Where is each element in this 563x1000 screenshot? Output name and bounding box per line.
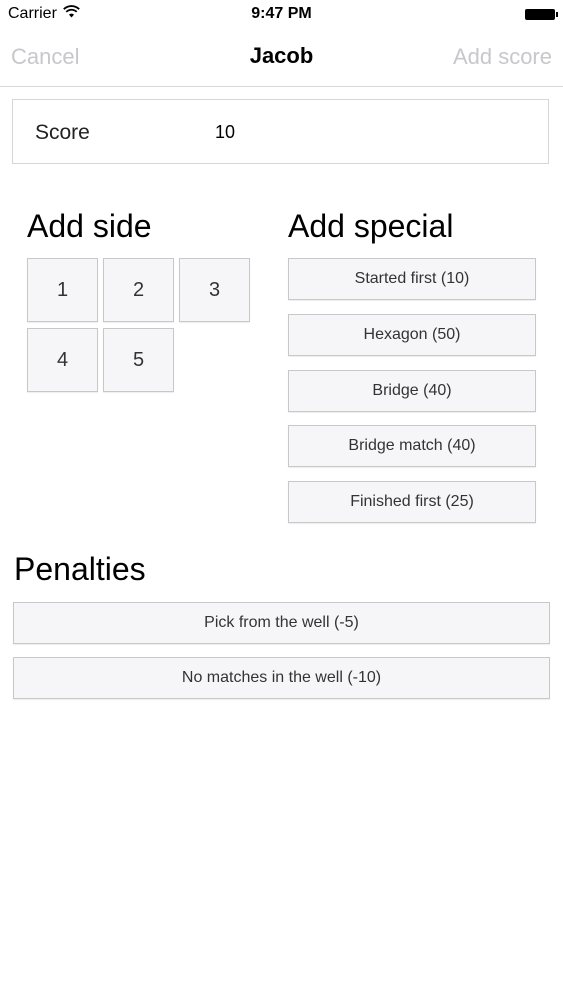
side-button-3[interactable]: 3 [179,258,250,322]
screen: Carrier 9:47 PM Cancel Jacob Add score S… [0,0,563,1000]
special-button-started-first[interactable]: Started first (10) [288,258,536,300]
penalties-heading: Penalties [14,551,146,587]
score-label: Score [35,121,90,144]
side-button-1[interactable]: 1 [27,258,98,322]
special-button-bridge-match[interactable]: Bridge match (40) [288,425,536,467]
side-button-2[interactable]: 2 [103,258,174,322]
navigation-bar: Cancel Jacob Add score [0,30,563,87]
special-button-hexagon[interactable]: Hexagon (50) [288,314,536,356]
special-button-finished-first[interactable]: Finished first (25) [288,481,536,523]
score-field[interactable]: Score 10 [12,99,549,164]
status-time: 9:47 PM [251,5,312,22]
side-button-5[interactable]: 5 [103,328,174,392]
penalty-button-no-matches[interactable]: No matches in the well (-10) [13,657,550,699]
side-button-4[interactable]: 4 [27,328,98,392]
add-special-heading: Add special [288,208,454,244]
score-value[interactable]: 10 [215,122,235,143]
status-bar: Carrier 9:47 PM [0,0,563,30]
special-button-bridge[interactable]: Bridge (40) [288,370,536,412]
battery-icon [525,9,558,20]
add-side-heading: Add side [27,208,152,244]
add-score-button[interactable]: Add score [453,44,552,70]
penalty-button-pick-from-well[interactable]: Pick from the well (-5) [13,602,550,644]
